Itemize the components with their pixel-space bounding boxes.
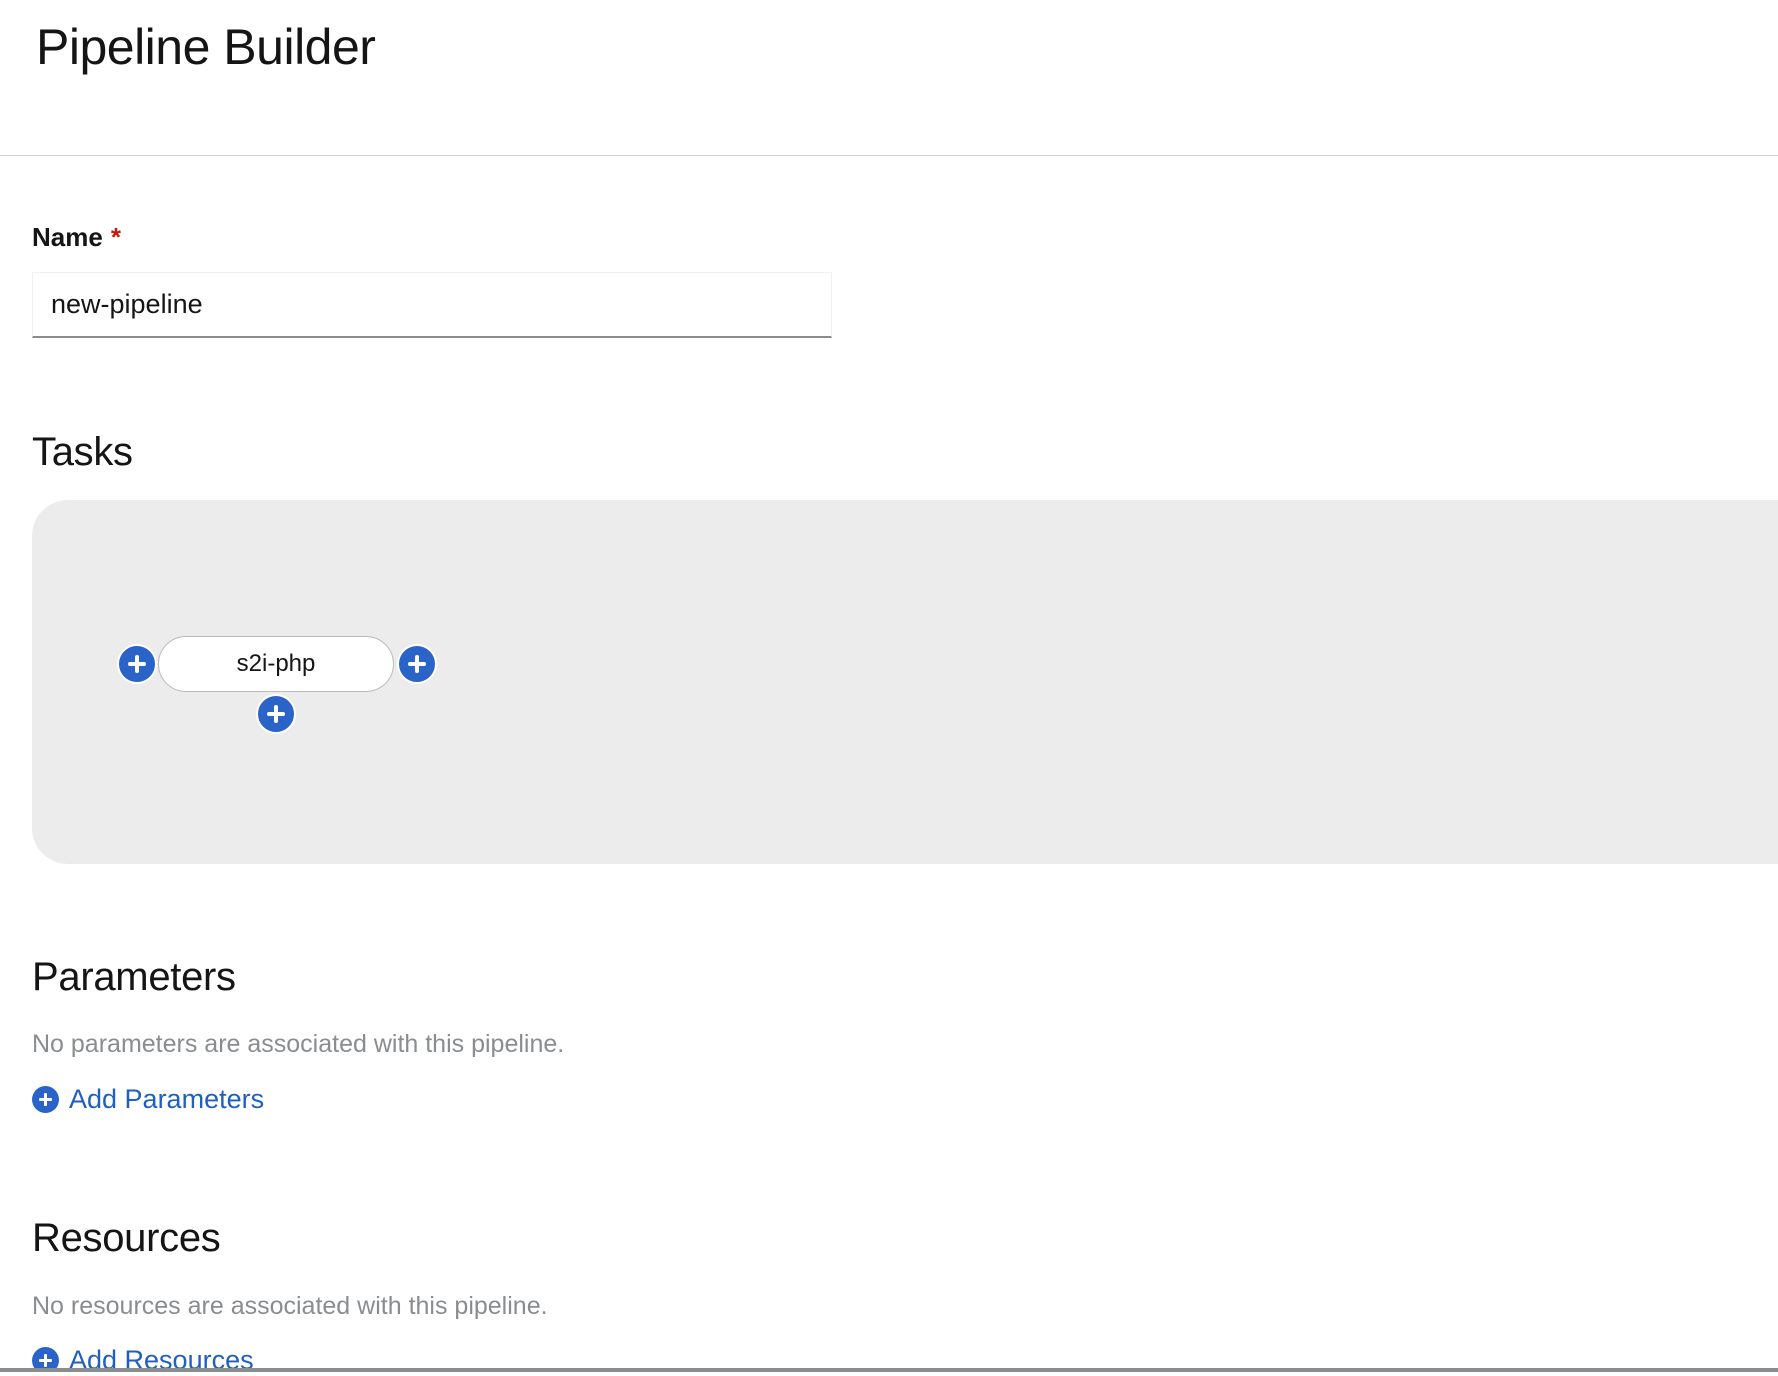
add-task-after-plus-icon[interactable] [397,644,437,684]
header-divider [0,155,1778,156]
tasks-heading: Tasks [32,430,133,474]
task-node-s2i-php[interactable]: s2i-php [158,636,394,692]
name-field-label: Name * [32,222,121,253]
footer-edge [0,1372,1778,1376]
parameters-empty-message: No parameters are associated with this p… [32,1030,565,1058]
resources-heading: Resources [32,1216,221,1260]
add-parameters-label: Add Parameters [69,1084,265,1114]
add-parameters-link[interactable]: Add Parameters [32,1084,264,1115]
resources-empty-message: No resources are associated with this pi… [32,1292,548,1320]
plus-circle-icon [32,1086,59,1113]
page-title: Pipeline Builder [36,19,376,75]
pipeline-name-input[interactable] [32,272,832,338]
add-parallel-task-plus-icon[interactable] [256,694,296,734]
add-task-before-plus-icon[interactable] [117,644,157,684]
required-marker: * [110,222,121,252]
parameters-heading: Parameters [32,955,236,999]
pipeline-builder-page: Pipeline Builder Name* Tasks s2i-php Par… [0,0,1778,1376]
name-label-text: Name [32,222,103,252]
